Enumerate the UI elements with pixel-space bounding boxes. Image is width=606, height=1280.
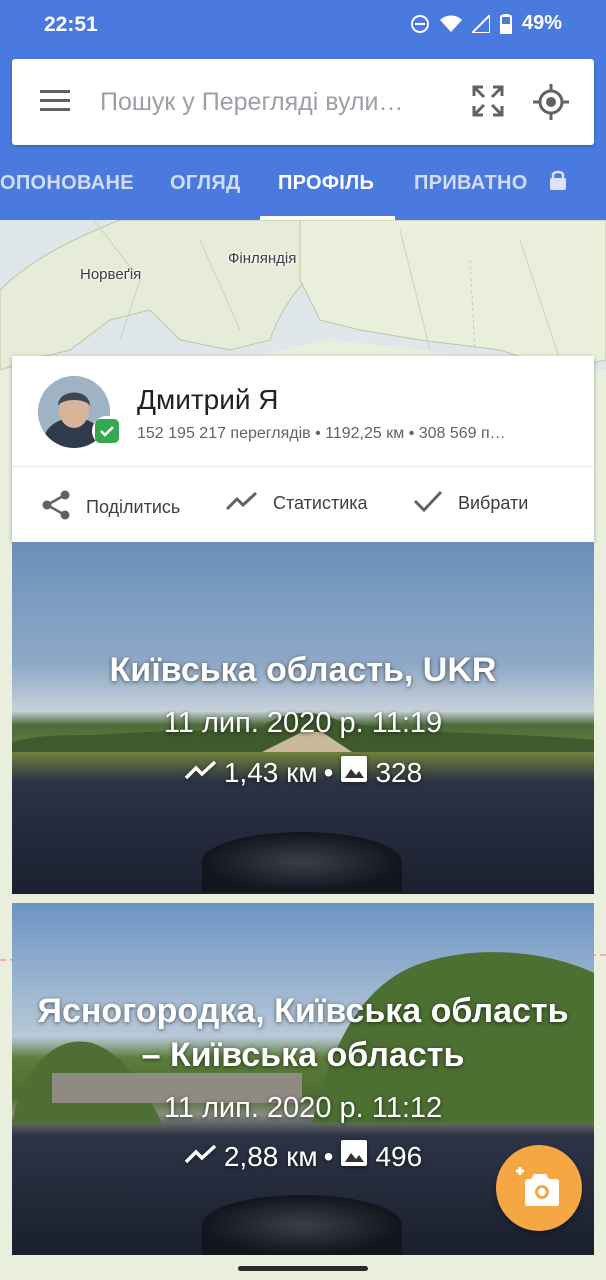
check-icon [412, 489, 444, 518]
tab-bar: ОПОНОВАНЕ ОГЛЯД ПРОФІЛЬ ПРИВАТНО [0, 160, 606, 220]
select-label: Вибрати [458, 493, 529, 513]
menu-icon[interactable] [40, 88, 70, 117]
separator-dot: • [323, 756, 334, 788]
profile-stats: 152 195 217 переглядів • 1192,25 км • 30… [137, 425, 506, 442]
app-header: 22:51 49% Пошук у Перегляді вули… ОПОНОВ… [0, 0, 606, 220]
photo-icon [339, 1138, 369, 1175]
do-not-disturb-icon [410, 14, 430, 34]
profile-name: Дмитрий Я [137, 384, 279, 415]
share-button[interactable]: Поділитись [40, 489, 180, 526]
signal-icon [471, 14, 490, 33]
collection-date: 11 лип. 2020 р. 11:19 [163, 707, 443, 739]
statistics-label: Статистика [273, 493, 368, 513]
verified-badge [92, 416, 122, 446]
collection-photo-count: 496 [375, 1140, 423, 1172]
trending-icon [184, 757, 218, 789]
divider [12, 466, 594, 467]
collection-title: Ясногородка, Київська область – Київська… [37, 992, 569, 1074]
separator-dot: • [323, 1140, 334, 1172]
collection-distance: 2,88 км [223, 1140, 318, 1172]
tab-profile[interactable]: ПРОФІЛЬ [278, 172, 374, 195]
fullscreen-icon[interactable] [472, 85, 504, 122]
collection-card[interactable]: Київська область, UKR 11 лип. 2020 р. 11… [12, 542, 594, 894]
car-mount [202, 1195, 402, 1255]
share-label: Поділитись [86, 497, 181, 517]
trending-icon [184, 1141, 218, 1173]
status-bar: 22:51 49% [0, 0, 606, 50]
lock-icon [549, 169, 567, 196]
select-button[interactable]: Вибрати [412, 489, 528, 518]
search-input[interactable]: Пошук у Перегляді вули… [100, 88, 440, 117]
profile-card: Дмитрий Я 152 195 217 переглядів • 1192,… [12, 356, 594, 542]
tab-featured[interactable]: ОПОНОВАНЕ [0, 172, 134, 195]
photo-icon [339, 754, 369, 791]
add-photo-button[interactable] [496, 1145, 582, 1231]
collection-photo-count: 328 [375, 756, 423, 788]
collection-meta: 1,43 км • 328 [12, 754, 594, 791]
map-label-norway: Норвеґія [80, 266, 142, 283]
active-tab-indicator [260, 216, 395, 220]
add-camera-icon [516, 1167, 559, 1206]
battery-icon [499, 13, 512, 34]
statistics-button[interactable]: Статистика [225, 489, 368, 518]
wifi-icon [439, 15, 462, 33]
collection-date: 11 лип. 2020 р. 11:12 [163, 1092, 443, 1124]
tab-explore[interactable]: ОГЛЯД [170, 172, 241, 195]
status-time: 22:51 [44, 13, 98, 36]
trending-icon [225, 489, 259, 518]
my-location-icon[interactable] [533, 84, 569, 125]
gesture-nav-handle[interactable] [238, 1266, 368, 1271]
battery-percent: 49% [521, 12, 562, 34]
search-bar[interactable]: Пошук у Перегляді вули… [12, 59, 594, 145]
collection-title: Київська область, UKR [109, 651, 497, 689]
share-icon [40, 489, 72, 526]
car-mount [202, 832, 402, 892]
tab-private[interactable]: ПРИВАТНО [414, 172, 528, 195]
collection-distance: 1,43 км [223, 756, 318, 788]
map-label-finland: Фінляндія [228, 250, 297, 267]
checkmark-icon [100, 426, 114, 437]
